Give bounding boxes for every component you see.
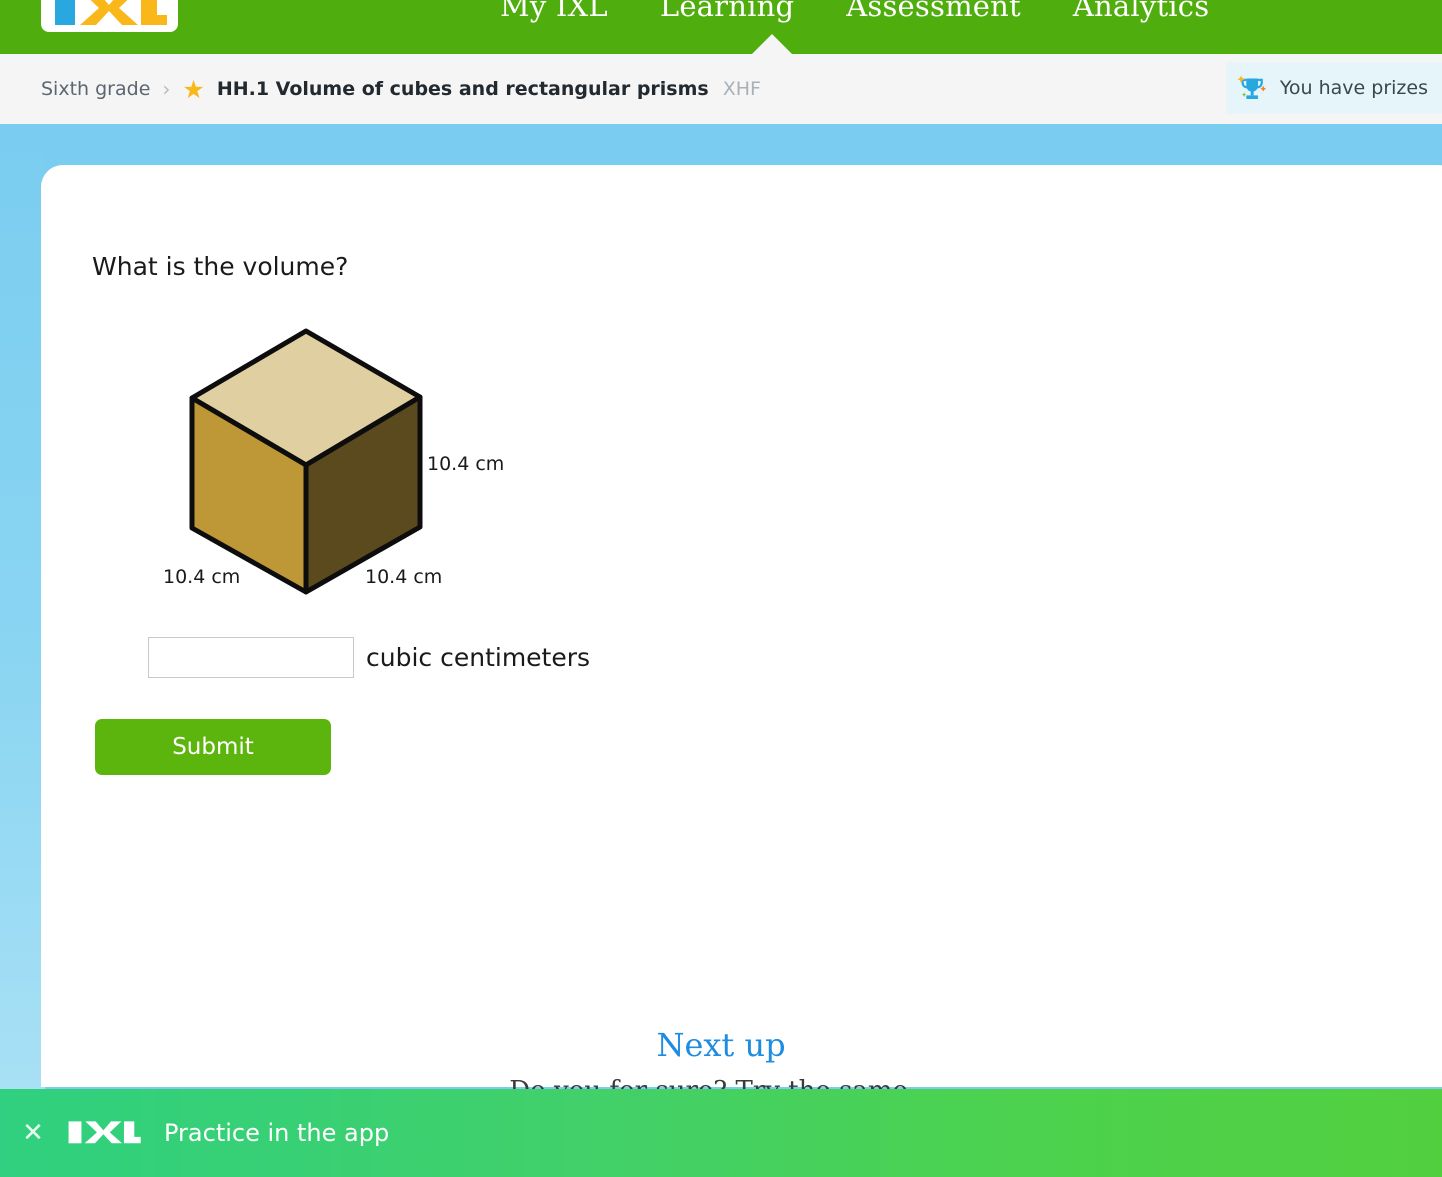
- cube-figure: 10.4 cm 10.4 cm 10.4 cm: [150, 310, 570, 610]
- nav-item-learning[interactable]: Learning: [660, 0, 794, 23]
- skill-title: HH.1 Volume of cubes and rectangular pri…: [216, 78, 709, 100]
- nav-active-pointer-icon: [752, 34, 792, 54]
- app-promo-ixl-logo: [66, 1120, 142, 1146]
- star-icon: ★: [182, 74, 205, 104]
- breadcrumb-separator-icon: ›: [162, 77, 171, 101]
- submit-button[interactable]: Submit: [95, 719, 331, 775]
- answer-unit-label: cubic centimeters: [366, 643, 591, 672]
- next-up-title[interactable]: Next up: [0, 1026, 1442, 1064]
- close-icon[interactable]: ✕: [12, 1112, 54, 1154]
- ixl-logo-white-icon: [68, 1121, 141, 1144]
- trophy-icon: [1237, 75, 1267, 100]
- nav-item-assessment[interactable]: Assessment: [846, 0, 1021, 23]
- nav-item-my-ixl[interactable]: My IXL: [500, 0, 608, 23]
- breadcrumb-grade[interactable]: Sixth grade: [41, 78, 150, 100]
- cube-diagram-icon: [189, 328, 423, 595]
- top-navigation-bar: My IXL Learning Assessment Analytics: [0, 0, 1442, 54]
- main-nav-items: My IXL Learning Assessment Analytics: [500, 0, 1209, 28]
- answer-input[interactable]: [148, 637, 354, 678]
- nav-item-analytics[interactable]: Analytics: [1073, 0, 1209, 23]
- dimension-label-depth: 10.4 cm: [365, 566, 443, 588]
- dimension-label-height: 10.4 cm: [427, 453, 505, 475]
- prizes-banner[interactable]: You have prizes: [1226, 62, 1442, 114]
- ixl-logo[interactable]: [41, 0, 178, 32]
- answer-row: cubic centimeters: [148, 637, 590, 678]
- dimension-label-width: 10.4 cm: [163, 566, 241, 588]
- skill-code: XHF: [722, 78, 761, 100]
- question-card: [41, 165, 1442, 1087]
- app-promo-bar: ✕ Practice in the app: [0, 1089, 1442, 1177]
- prizes-label: You have prizes: [1279, 77, 1428, 99]
- ixl-logo-glyph: [54, 0, 167, 25]
- app-promo-label: Practice in the app: [164, 1119, 390, 1147]
- question-prompt: What is the volume?: [92, 252, 349, 281]
- page-background-left-strip: [0, 124, 45, 1089]
- ixl-practice-page: My IXL Learning Assessment Analytics Six…: [0, 0, 1442, 1177]
